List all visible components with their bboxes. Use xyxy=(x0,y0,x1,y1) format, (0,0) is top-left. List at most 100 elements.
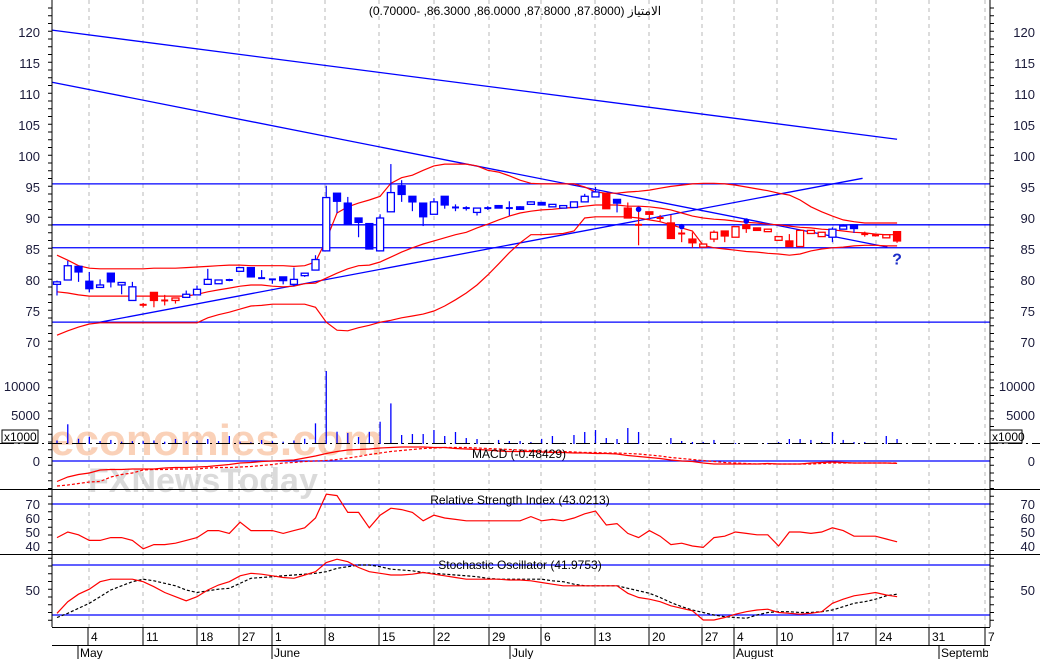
candle-body xyxy=(602,192,611,210)
candle-body xyxy=(742,224,751,230)
month-label: May xyxy=(80,646,103,659)
day-label: 17 xyxy=(836,630,850,644)
day-label: 1 xyxy=(275,630,282,644)
candle-body xyxy=(666,222,676,240)
price-tick-label-right: 90 xyxy=(1021,211,1035,226)
rsi-tick-label-right: 70 xyxy=(1021,497,1035,512)
macd-label: MACD (-0.48429) xyxy=(472,447,566,461)
candle-body xyxy=(892,230,902,242)
candle-body xyxy=(795,229,805,248)
candle-body xyxy=(311,258,320,271)
candle-body xyxy=(462,207,470,210)
signal-marker-dot xyxy=(635,206,642,213)
price-tick-label-right: 115 xyxy=(1014,56,1035,71)
stochastic-panel: Stochastic Oscillator (41.9753) xyxy=(52,558,990,621)
candle-body xyxy=(52,281,62,285)
stochastic-tick-label-right: 50 xyxy=(1021,583,1035,598)
candle-body xyxy=(225,279,233,281)
rsi-tick-label-left: 50 xyxy=(26,525,40,540)
day-label: 13 xyxy=(598,630,612,644)
candle-body xyxy=(85,280,94,290)
candle-body xyxy=(752,227,762,232)
candle-body xyxy=(279,276,288,282)
stochastic-label: Stochastic Oscillator (41.9753) xyxy=(438,558,601,572)
price-tick-label-right: 105 xyxy=(1013,118,1035,133)
day-label: 4 xyxy=(91,630,98,644)
candle-body xyxy=(192,288,202,296)
candle-body xyxy=(645,211,654,215)
candle-body xyxy=(343,202,352,225)
candle-body xyxy=(375,217,385,252)
price-tick-label-right: 95 xyxy=(1021,180,1035,195)
candle-body xyxy=(849,224,859,230)
price-tick-label-left: 110 xyxy=(19,87,40,102)
price-tick-label-right: 75 xyxy=(1021,304,1035,319)
rsi-tick-label-right: 60 xyxy=(1021,511,1035,526)
rsi-tick-label-left: 40 xyxy=(26,539,40,554)
rsi-label: Relative Strength Index (43.0213) xyxy=(430,493,609,507)
candle-body xyxy=(699,243,708,248)
price-tick-label-left: 100 xyxy=(18,149,40,164)
candle-body xyxy=(785,240,794,248)
candle-body xyxy=(289,278,299,285)
volume-tick-label-right: 5000 xyxy=(1006,408,1035,423)
rsi-tick-label-left: 60 xyxy=(26,511,40,526)
price-tick-label-right: 120 xyxy=(1013,25,1035,40)
day-label: 20 xyxy=(652,630,666,644)
day-label: 22 xyxy=(437,630,451,644)
price-tick-label-left: 80 xyxy=(26,273,40,288)
rsi-tick-label-right: 40 xyxy=(1021,539,1035,554)
candle-body xyxy=(688,238,697,244)
volume-tick-label-right: 10000 xyxy=(999,379,1035,394)
bollinger-lower-line xyxy=(56,216,898,336)
candle-body xyxy=(537,201,546,206)
candle-body xyxy=(861,233,869,236)
price-tick-label-left: 75 xyxy=(26,304,40,319)
day-label: 15 xyxy=(382,630,396,644)
candle-body xyxy=(268,278,276,281)
rsi-tick-label-right: 50 xyxy=(1021,525,1035,540)
chart-title: الامتياز (87.8000, 87.8000, 86.0000, 86.… xyxy=(369,4,661,18)
macd-tick-label-right: 0 xyxy=(1028,454,1035,469)
candle-body xyxy=(731,226,740,238)
month-label: June xyxy=(274,646,300,659)
rsi-panel: Relative Strength Index (43.0213) xyxy=(52,493,990,550)
watermark-economies: economies.com xyxy=(50,416,383,465)
candle-body xyxy=(494,204,503,209)
candle-body xyxy=(149,291,159,302)
candle-body xyxy=(839,225,848,230)
candle-body xyxy=(161,299,169,302)
candle-body xyxy=(95,284,105,289)
candle-body xyxy=(451,206,459,209)
day-label: 7 xyxy=(988,630,995,644)
candle-body xyxy=(106,272,115,283)
candle-body xyxy=(656,217,664,219)
candle-body xyxy=(182,293,191,299)
price-tick-label-left: 90 xyxy=(26,211,40,226)
candle-body xyxy=(763,228,772,233)
signal-marker-dot xyxy=(743,218,750,224)
candle-body xyxy=(397,185,406,196)
candle-body xyxy=(472,207,482,214)
watermark: economies.com FXNewsToday xyxy=(50,416,383,500)
candle-body xyxy=(612,198,622,204)
watermark-fxnewstoday: FXNewsToday xyxy=(88,462,318,500)
day-label: 10 xyxy=(780,630,794,644)
candle-body xyxy=(515,206,525,210)
candle-body xyxy=(214,279,223,285)
candle-body xyxy=(408,195,417,203)
price-tick-label-right: 85 xyxy=(1021,242,1035,257)
candle-body xyxy=(774,235,783,241)
candle-body xyxy=(203,278,212,285)
candle-body xyxy=(128,286,137,302)
candle-body xyxy=(720,230,729,237)
volume-tick-label-left: 5000 xyxy=(11,408,40,423)
day-label: 4 xyxy=(737,630,744,644)
candle-body xyxy=(828,228,837,238)
candle-body xyxy=(354,217,363,223)
candle-body xyxy=(300,272,309,277)
day-label: 24 xyxy=(879,630,893,644)
price-tick-label-left: 85 xyxy=(26,242,40,257)
candle-body xyxy=(526,201,536,206)
month-label: July xyxy=(512,646,533,659)
